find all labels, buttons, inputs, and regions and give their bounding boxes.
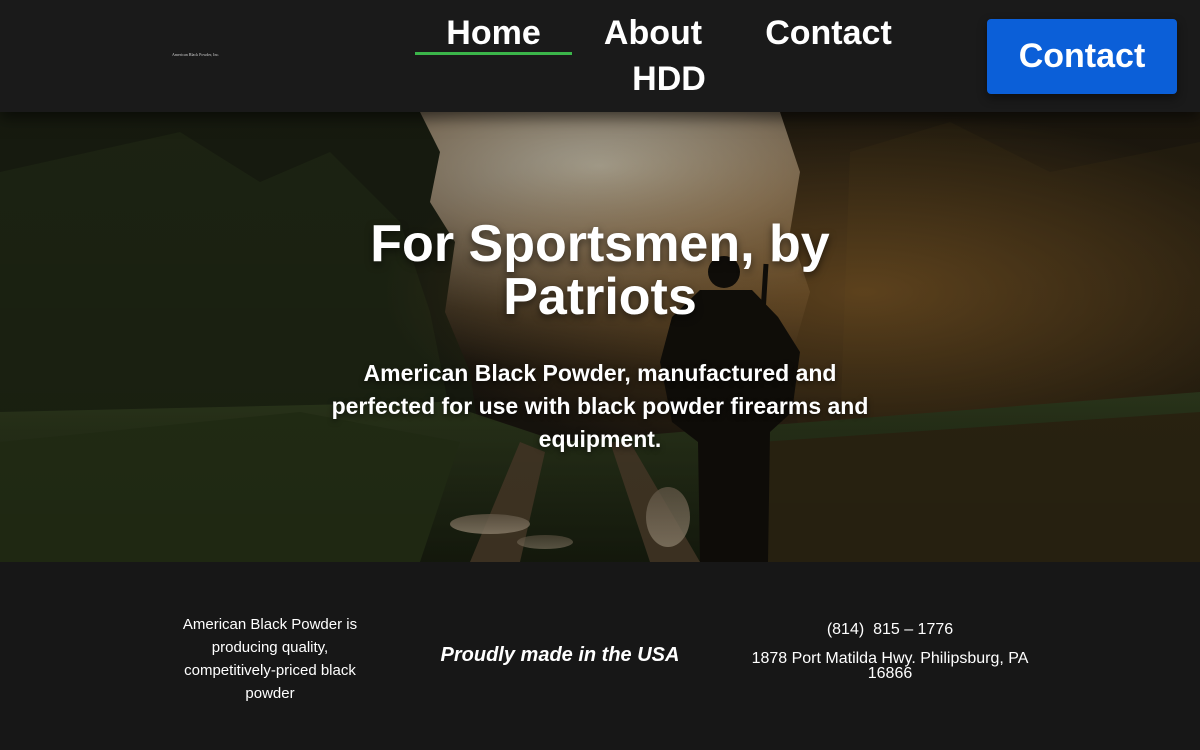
hero-title: For Sportsmen, by Patriots [370,215,830,326]
site-footer: American Black Powder is producing quali… [0,562,1200,750]
hero-background-image [0,112,1200,562]
hero-subtitle: American Black Powder, manufactured and … [331,360,869,452]
contact-button[interactable]: Contact [987,19,1177,94]
hero-section: For Sportsmen, by Patriots American Blac… [0,112,1200,562]
nav-link-contact[interactable]: Contact [756,13,901,53]
nav-link-about[interactable]: About [596,13,710,53]
footer-address: 1878 Port Matilda Hwy. Philipsburg, PA 1… [751,650,1029,682]
active-nav-indicator [415,52,572,55]
site-header: American Black Powder, Inc. Home About C… [0,0,1200,112]
footer-tagline: Proudly made in the USA [440,644,680,666]
nav-link-home[interactable]: Home [415,13,572,53]
site-logo[interactable]: American Black Powder, Inc. [172,52,219,57]
footer-about-text: American Black Powder is producing quali… [182,616,358,702]
nav-link-hdd[interactable]: HDD [622,59,716,99]
footer-phone-link[interactable]: (814) 815 – 1776 [740,620,1040,640]
